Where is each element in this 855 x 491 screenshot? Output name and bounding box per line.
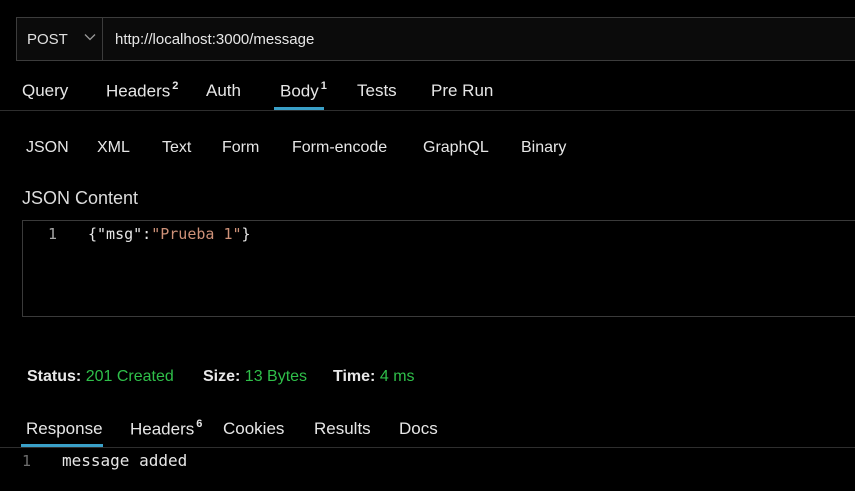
body-type-binary[interactable]: Binary xyxy=(521,139,566,157)
method-label: POST xyxy=(27,31,68,48)
tab-results[interactable]: Results xyxy=(314,419,371,439)
tab-pre-run[interactable]: Pre Run xyxy=(431,81,493,101)
size-info: Size: 13 Bytes xyxy=(203,368,308,385)
divider xyxy=(0,110,855,111)
chevron-down-icon xyxy=(84,34,96,41)
response-divider xyxy=(0,447,855,448)
status-info: Status: 201 Created xyxy=(27,368,174,385)
tab-cookies[interactable]: Cookies xyxy=(223,419,284,439)
tab-response[interactable]: Response xyxy=(26,419,103,439)
tab-tests[interactable]: Tests xyxy=(357,81,397,101)
tab-auth[interactable]: Auth xyxy=(206,81,241,101)
status-value: 201 Created xyxy=(85,368,174,385)
response-text: message added xyxy=(62,451,188,470)
tab-response-headers[interactable]: Headers 6 xyxy=(130,418,203,440)
tab-docs[interactable]: Docs xyxy=(399,419,438,439)
code-string: "Prueba 1" xyxy=(151,225,242,243)
body-type-xml[interactable]: XML xyxy=(97,139,130,157)
time-value: 4 ms xyxy=(379,368,415,385)
body-type-json[interactable]: JSON xyxy=(26,139,69,157)
request-bar: POST http://localhost:3000/message xyxy=(16,17,855,61)
body-type-form-encode[interactable]: Form-encode xyxy=(292,139,387,157)
json-content-title: JSON Content xyxy=(22,188,139,208)
time-info: Time: 4 ms xyxy=(333,368,415,385)
response-headers-count-badge: 6 xyxy=(196,418,203,430)
tab-headers[interactable]: Headers 2 xyxy=(106,80,179,102)
method-select[interactable]: POST xyxy=(17,18,103,60)
response-line-number: 1 xyxy=(22,452,32,470)
code-line: {"msg":"Prueba 1"} xyxy=(88,225,251,243)
headers-count-badge: 2 xyxy=(172,80,179,92)
size-value: 13 Bytes xyxy=(244,368,308,385)
tab-body[interactable]: Body 1 xyxy=(280,80,327,102)
body-count-badge: 1 xyxy=(320,80,327,92)
body-type-text[interactable]: Text xyxy=(162,139,191,157)
url-input[interactable]: http://localhost:3000/message xyxy=(115,31,314,48)
json-editor[interactable]: 1 {"msg":"Prueba 1"} xyxy=(22,220,855,317)
body-type-graphql[interactable]: GraphQL xyxy=(423,139,489,157)
tab-query[interactable]: Query xyxy=(22,81,68,101)
body-type-form[interactable]: Form xyxy=(222,139,259,157)
line-number: 1 xyxy=(48,225,58,243)
